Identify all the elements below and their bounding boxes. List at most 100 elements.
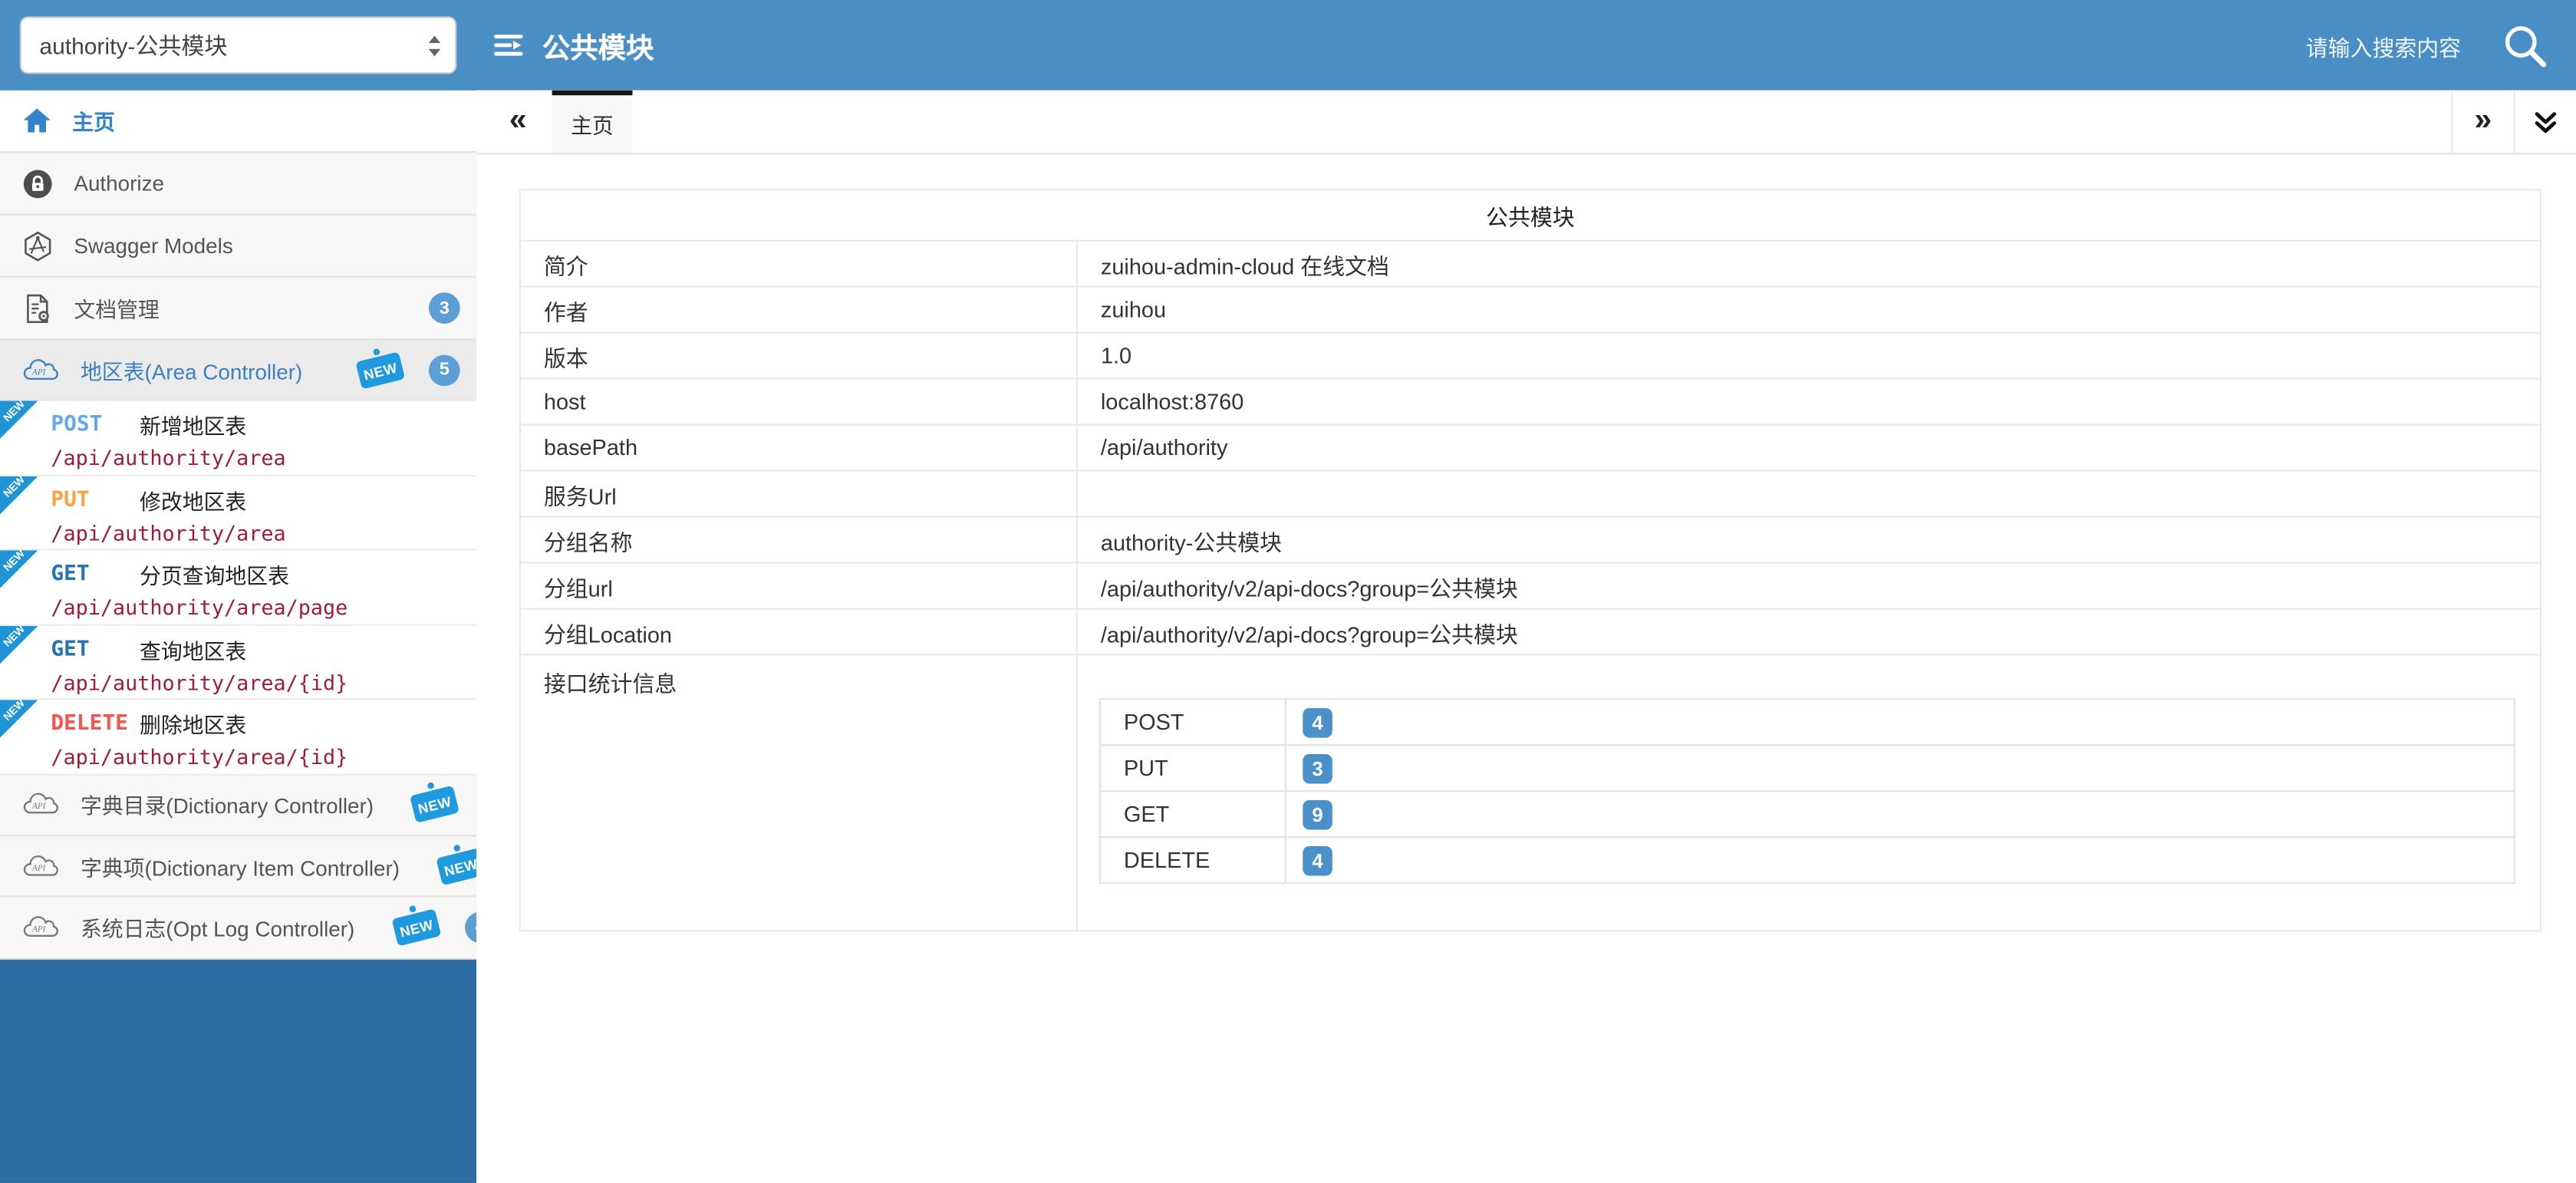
table-row: 版本 1.0: [520, 333, 2541, 379]
row-label: 分组url: [520, 562, 1077, 608]
http-method-label: PUT: [51, 487, 140, 512]
sidebar-item-label: 字典项(Dictionary Item Controller): [81, 850, 400, 881]
stats-count-badge: 4: [1303, 845, 1332, 875]
row-value: /api/authority: [1077, 425, 2541, 471]
app-brand: 公共模块: [491, 0, 654, 91]
page-title: 公共模块: [542, 25, 654, 66]
sidebar-item-controller[interactable]: API 系统日志(Opt Log Controller) NEW 4: [0, 898, 476, 959]
document-gear-icon: [21, 292, 54, 325]
svg-text:API: API: [31, 802, 47, 811]
row-label: 版本: [520, 333, 1077, 379]
endpoint-list: NEW POST 新增地区表 /api/authority/area NEW P…: [0, 401, 476, 775]
http-method-label: GET: [51, 637, 140, 661]
endpoint-path: /api/authority/area/{id}: [51, 670, 476, 696]
table-row: 服务Url: [520, 471, 2541, 517]
endpoint-name: 修改地区表: [140, 484, 246, 516]
tab-bar: « 主页 »: [476, 91, 2576, 155]
row-label: host: [520, 379, 1077, 425]
row-value: localhost:8760: [1077, 379, 2541, 425]
new-tag-icon: NEW: [410, 786, 460, 823]
endpoint-name: 分页查询地区表: [140, 559, 289, 590]
table-row: 分组Location /api/authority/v2/api-docs?gr…: [520, 608, 2541, 654]
table-row: 简介 zuihou-admin-cloud 在线文档: [520, 241, 2541, 287]
stats-count-badge: 4: [1303, 707, 1332, 737]
stats-row: GET 9: [1100, 791, 2515, 837]
cloud-api-icon: API: [21, 852, 61, 880]
sidebar-item-label: 字典目录(Dictionary Controller): [81, 789, 374, 820]
sidebar-item-home[interactable]: 主页: [0, 91, 476, 153]
endpoint-path: /api/authority/area/{id}: [51, 744, 476, 770]
search-input[interactable]: 请输入搜索内容: [2306, 28, 2461, 61]
stats-row: DELETE 4: [1100, 837, 2515, 883]
row-value: zuihou-admin-cloud 在线文档: [1077, 241, 2541, 287]
row-label: basePath: [520, 425, 1077, 471]
stats-row: POST 4: [1100, 699, 2515, 745]
row-value: authority-公共模块: [1077, 517, 2541, 563]
sidebar-item-doc-manage[interactable]: 文档管理 3: [0, 278, 476, 340]
row-value: [1077, 471, 2541, 517]
endpoint-path: /api/authority/area: [51, 445, 476, 471]
tab-home[interactable]: 主页: [552, 91, 633, 153]
table-row: 分组url /api/authority/v2/api-docs?group=公…: [520, 562, 2541, 608]
filter-lines-icon: [491, 28, 525, 62]
tab-scroll-left-icon[interactable]: «: [509, 91, 527, 153]
stats-row-label: 接口统计信息: [520, 654, 1077, 931]
stats-method: DELETE: [1100, 837, 1286, 883]
sidebar-item-controller[interactable]: API 字典目录(Dictionary Controller) NEW 5: [0, 775, 476, 836]
table-row: basePath /api/authority: [520, 425, 2541, 471]
endpoint-name: 查询地区表: [140, 634, 246, 665]
sidebar-item-label: 地区表(Area Controller): [81, 354, 302, 386]
new-tag-icon: NEW: [355, 351, 405, 388]
search-area: 请输入搜索内容: [2306, 0, 2550, 91]
sidebar-item-controller[interactable]: API 字典项(Dictionary Item Controller) NEW …: [0, 836, 476, 898]
endpoint-name: 删除地区表: [140, 708, 246, 740]
table-title: 公共模块: [520, 189, 2541, 240]
endpoint-path: /api/authority/area: [51, 520, 476, 546]
row-label: 简介: [520, 241, 1077, 287]
stats-count-badge: 9: [1303, 799, 1332, 829]
sidebar-endpoint[interactable]: NEW DELETE 删除地区表 /api/authority/area/{id…: [0, 700, 476, 774]
http-method-label: GET: [51, 562, 140, 586]
sidebar-item-label: 文档管理: [74, 292, 159, 324]
new-tag-icon: NEW: [391, 908, 441, 946]
count-badge: 4: [465, 912, 476, 944]
sidebar-endpoint[interactable]: NEW GET 分页查询地区表 /api/authority/area/page: [0, 550, 476, 624]
tab-controls: »: [2451, 91, 2576, 153]
stats-method: GET: [1100, 791, 1286, 837]
main-area: « 主页 » 公共模块 简介 zuihou-admin-clo: [476, 91, 2576, 1183]
group-select[interactable]: authority-公共模块: [20, 16, 457, 74]
group-select-value: authority-公共模块: [39, 28, 413, 61]
table-row: 作者 zuihou: [520, 287, 2541, 333]
sidebar-item-label: Authorize: [74, 171, 164, 196]
sidebar-endpoint[interactable]: NEW POST 新增地区表 /api/authority/area: [0, 401, 476, 476]
tab-scroll-right-icon[interactable]: »: [2451, 91, 2513, 153]
row-value: 1.0: [1077, 333, 2541, 379]
row-label: 分组Location: [520, 608, 1077, 654]
search-icon[interactable]: [2500, 21, 2549, 70]
sidebar-endpoint[interactable]: NEW GET 查询地区表 /api/authority/area/{id}: [0, 625, 476, 700]
cloud-api-icon: API: [21, 791, 61, 819]
table-row: 分组名称 authority-公共模块: [520, 517, 2541, 563]
sidebar-item-area-controller[interactable]: API 地区表(Area Controller) NEW 5: [0, 340, 476, 400]
cloud-api-icon: API: [21, 914, 61, 941]
api-stats-table: POST 4 PUT 3 GET 9 DELETE 4: [1099, 698, 2515, 884]
svg-text:API: API: [31, 924, 47, 934]
sidebar-item-label: Swagger Models: [74, 233, 232, 258]
table-row-stats: 接口统计信息 POST 4 PUT 3 GET 9 DELETE 4: [520, 654, 2541, 931]
http-method-label: DELETE: [51, 711, 140, 736]
tab-label: 主页: [571, 108, 614, 140]
row-value: zuihou: [1077, 287, 2541, 333]
tab-menu-chevrons-icon[interactable]: [2514, 91, 2576, 153]
cloud-api-icon: API: [21, 356, 61, 384]
table-row: host localhost:8760: [520, 379, 2541, 425]
lock-icon: [21, 166, 54, 199]
row-label: 服务Url: [520, 471, 1077, 517]
count-badge: 3: [429, 292, 460, 324]
sidebar-item-swagger-models[interactable]: Swagger Models: [0, 216, 476, 278]
sidebar-endpoint[interactable]: NEW PUT 修改地区表 /api/authority/area: [0, 476, 476, 550]
home-icon: [21, 105, 53, 137]
sidebar-item-authorize[interactable]: Authorize: [0, 153, 476, 215]
content-area: 公共模块 简介 zuihou-admin-cloud 在线文档 作者 zuiho…: [519, 189, 2541, 931]
count-badge: 5: [429, 354, 460, 386]
hexagon-models-icon: [21, 229, 54, 262]
